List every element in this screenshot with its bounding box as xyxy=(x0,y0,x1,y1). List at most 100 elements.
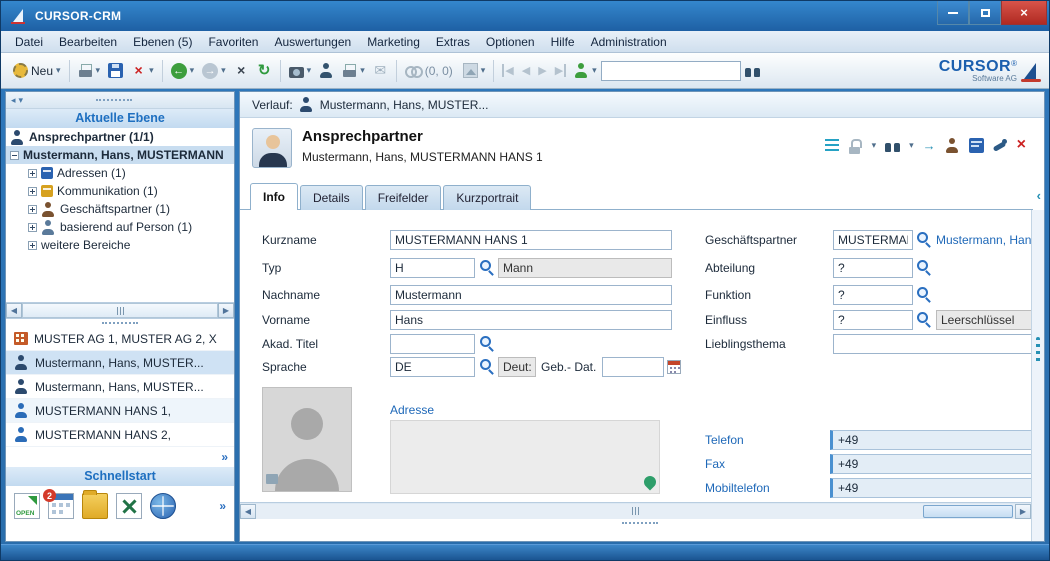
close-button[interactable]: × xyxy=(1001,1,1047,25)
more-chevron-icon[interactable]: » xyxy=(219,499,226,513)
add-contact-button[interactable] xyxy=(315,60,338,81)
expand-expander-icon[interactable] xyxy=(28,223,37,232)
abteilung-input[interactable] xyxy=(833,258,913,278)
person-search-button[interactable]: ▾ xyxy=(570,60,601,81)
save-button[interactable] xyxy=(104,60,127,81)
tree-item-weitere-bereiche[interactable]: weitere Bereiche xyxy=(6,236,234,254)
akad-titel-lookup-icon[interactable] xyxy=(479,335,495,351)
nav-last-button[interactable]: ▶ xyxy=(551,61,570,80)
funktion-lookup-icon[interactable] xyxy=(916,286,932,302)
menu-optionen[interactable]: Optionen xyxy=(478,32,543,52)
binoculars-icon[interactable] xyxy=(885,138,900,153)
collapse-down-icon[interactable]: ▾ xyxy=(19,95,24,106)
menu-bearbeiten[interactable]: Bearbeiten xyxy=(51,32,125,52)
tree-item-ansprechpartner[interactable]: Ansprechpartner (1/1) xyxy=(6,128,234,146)
expand-expander-icon[interactable] xyxy=(28,187,37,196)
toolbar-search-input[interactable] xyxy=(601,61,741,81)
minimize-button[interactable] xyxy=(937,1,969,25)
open-document-icon[interactable]: OPEN xyxy=(14,493,40,519)
attachments-button[interactable]: (0, 0) xyxy=(401,60,459,81)
history-item-muster-ag[interactable]: MUSTER AG 1, MUSTER AG 2, X xyxy=(6,327,234,351)
fax-value[interactable]: +49 xyxy=(830,454,1032,474)
tree-item-mustermann[interactable]: Mustermann, Hans, MUSTERMANN xyxy=(6,146,234,164)
excel-icon[interactable] xyxy=(116,493,142,519)
expand-expander-icon[interactable] xyxy=(28,241,37,250)
mail-button[interactable]: ✉ xyxy=(369,60,392,81)
new-button[interactable]: Neu ▾ xyxy=(9,60,65,81)
history-item-mustermann-2[interactable]: Mustermann, Hans, MUSTER... xyxy=(6,375,234,399)
photo-add-icon[interactable] xyxy=(266,474,278,484)
scrollbar-thumb[interactable] xyxy=(923,505,1013,518)
collapse-left-icon[interactable]: ◂ xyxy=(11,95,16,106)
collapse-expander-icon[interactable] xyxy=(10,151,19,160)
vorname-input[interactable] xyxy=(390,310,672,330)
date-picker-icon[interactable] xyxy=(667,360,681,374)
einfluss-lookup-icon[interactable] xyxy=(916,311,932,327)
scroll-left-button[interactable]: ◀ xyxy=(6,303,22,318)
menu-ebenen[interactable]: Ebenen (5) xyxy=(125,32,200,52)
sprache-input[interactable] xyxy=(390,357,475,377)
geschaeftspartner-input[interactable] xyxy=(833,230,913,250)
menu-favoriten[interactable]: Favoriten xyxy=(200,32,266,52)
image-button[interactable]: ▾ xyxy=(459,60,490,81)
tab-info[interactable]: Info xyxy=(250,183,298,210)
expand-expander-icon[interactable] xyxy=(28,169,37,178)
close-record-icon[interactable]: × xyxy=(1017,136,1026,154)
telefon-value[interactable]: +49 xyxy=(830,430,1032,450)
sidebar-horizontal-scrollbar[interactable]: ◀ ▶ xyxy=(6,302,234,319)
typ-lookup-icon[interactable] xyxy=(479,259,495,275)
more-chevron-icon[interactable]: » xyxy=(221,450,228,464)
expand-expander-icon[interactable] xyxy=(28,205,37,214)
akad-titel-input[interactable] xyxy=(390,334,475,354)
print-list-button[interactable]: ▾ xyxy=(338,60,369,81)
delete-button[interactable]: × xyxy=(230,60,253,81)
menu-datei[interactable]: Datei xyxy=(7,32,51,52)
splitter-handle[interactable] xyxy=(622,522,658,524)
contact-card-icon[interactable] xyxy=(969,138,984,153)
scroll-right-button[interactable]: ▶ xyxy=(218,303,234,318)
tab-details[interactable]: Details xyxy=(300,185,363,210)
typ-input[interactable] xyxy=(390,258,475,278)
nav-next-button[interactable]: ▶ xyxy=(534,61,550,80)
jump-to-record-icon[interactable]: → xyxy=(923,138,936,153)
lieblingsthema-input[interactable] xyxy=(833,334,1032,354)
main-horizontal-scrollbar[interactable]: ◀ ▶ xyxy=(240,502,1031,519)
mobiltelefon-label[interactable]: Mobiltelefon xyxy=(705,481,770,495)
persons-icon[interactable] xyxy=(945,138,960,153)
forward-button[interactable]: → ▾ xyxy=(198,60,230,82)
splitter-handle[interactable] xyxy=(6,319,234,327)
scrollbar-track[interactable] xyxy=(256,504,1015,519)
splitter-dots-icon[interactable] xyxy=(1036,337,1040,363)
kurzname-input[interactable] xyxy=(390,230,672,250)
sprache-lookup-icon[interactable] xyxy=(479,358,495,374)
globe-icon[interactable] xyxy=(150,493,176,519)
refresh-button[interactable]: ↻ xyxy=(253,60,276,81)
lock-icon[interactable] xyxy=(848,139,863,154)
tree-item-kommunikation[interactable]: Kommunikation (1) xyxy=(6,182,234,200)
geschaeftspartner-link[interactable]: Mustermann, Han... xyxy=(936,233,1032,247)
calendar-icon[interactable]: 2 xyxy=(48,493,74,519)
history-item-mustermann-1[interactable]: Mustermann, Hans, MUSTER... xyxy=(6,351,234,375)
fax-label[interactable]: Fax xyxy=(705,457,725,471)
tab-freifelder[interactable]: Freifelder xyxy=(365,185,442,210)
history-item-mustermann-hans-1[interactable]: MUSTERMANN HANS 1, xyxy=(6,399,234,423)
nav-first-button[interactable]: ◀ xyxy=(498,61,517,80)
discard-button[interactable]: × ▾ xyxy=(127,60,158,81)
dropdown-arrow-icon[interactable]: ▾ xyxy=(872,140,877,151)
scrollbar-track[interactable] xyxy=(22,303,218,318)
menu-administration[interactable]: Administration xyxy=(583,32,675,52)
back-button[interactable]: ← ▾ xyxy=(167,60,199,82)
menu-auswertungen[interactable]: Auswertungen xyxy=(266,32,359,52)
folder-icon[interactable] xyxy=(82,493,108,519)
adresse-link[interactable]: Adresse xyxy=(390,403,434,417)
scroll-left-button[interactable]: ◀ xyxy=(240,504,256,519)
geschaeftspartner-lookup-icon[interactable] xyxy=(916,231,932,247)
history-bar-value[interactable]: Mustermann, Hans, MUSTER... xyxy=(320,98,489,112)
dropdown-arrow-icon[interactable]: ▾ xyxy=(909,140,914,151)
print-button[interactable]: ▾ xyxy=(74,60,105,81)
address-box[interactable] xyxy=(390,420,660,494)
maximize-button[interactable] xyxy=(969,1,1001,25)
tree-item-adressen[interactable]: Adressen (1) xyxy=(6,164,234,182)
nav-prev-button[interactable]: ◀ xyxy=(518,61,534,80)
scroll-right-button[interactable]: ▶ xyxy=(1015,504,1031,519)
